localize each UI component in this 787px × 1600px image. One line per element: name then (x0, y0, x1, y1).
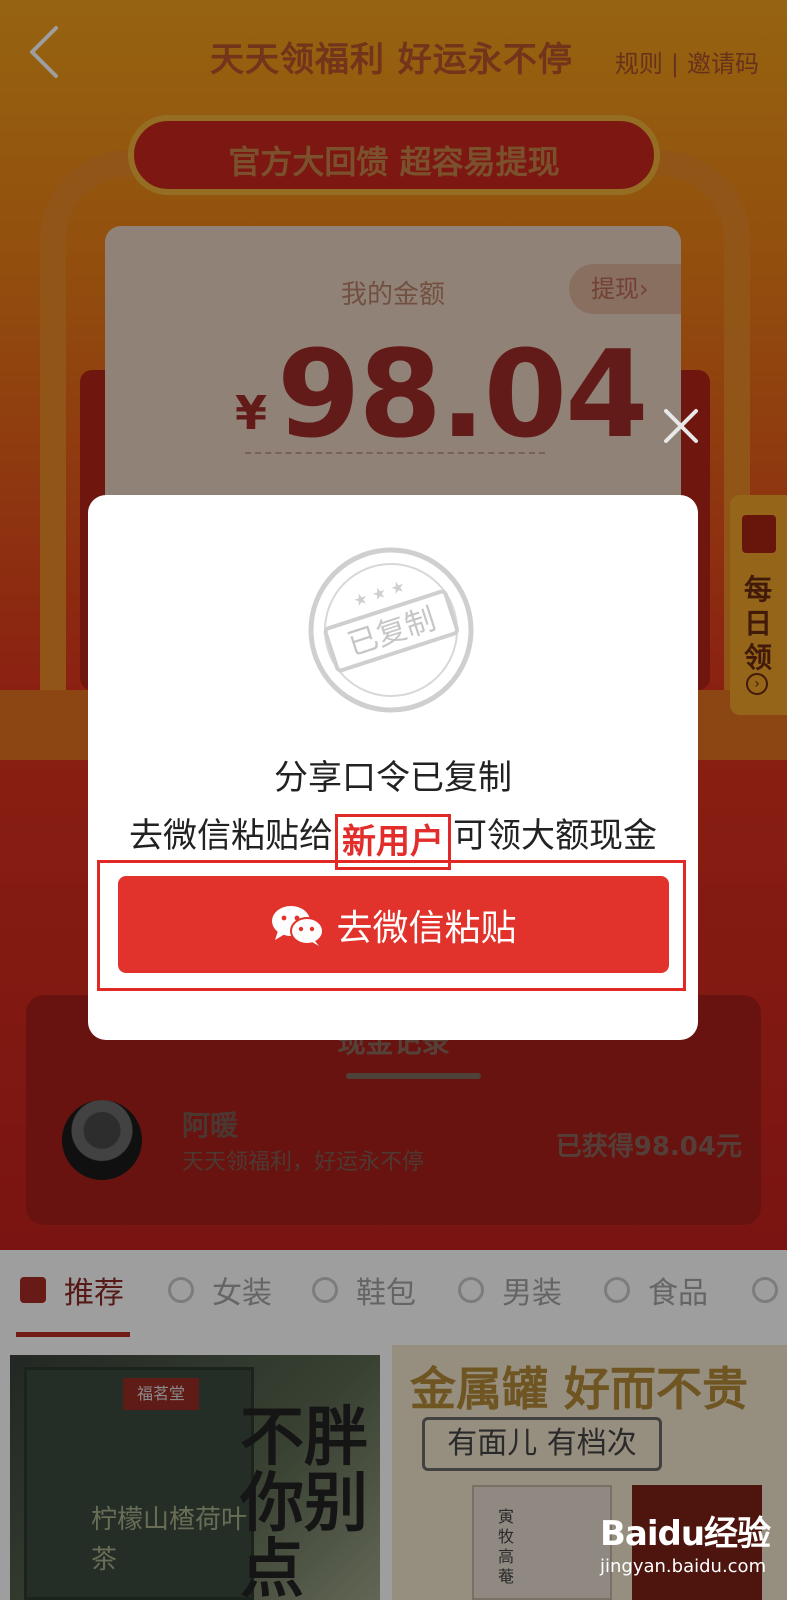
submessage-prefix: 去微信粘贴给 (129, 816, 333, 856)
baidu-jingyan-watermark: Baidu经验 jingyan.baidu.com (600, 1498, 780, 1598)
watermark-url: jingyan.baidu.com (600, 1556, 767, 1577)
submessage-suffix: 可领大额现金 (453, 816, 657, 856)
paste-button-label: 去微信粘贴 (336, 907, 517, 949)
watermark-logo: Baidu经验 (600, 1514, 771, 1554)
share-dialog: 已复制 ★ ★ ★ 分享口令已复制 去微信粘贴给 新用户 可领大额现金 去微信粘贴 (88, 495, 698, 1040)
copied-stamp-icon: 已复制 ★ ★ ★ (306, 545, 476, 715)
paste-to-wechat-button[interactable]: 去微信粘贴 (118, 876, 669, 973)
close-button[interactable] (658, 403, 704, 449)
close-icon (664, 409, 698, 443)
dialog-message: 分享口令已复制 (274, 758, 512, 798)
wechat-icon (270, 904, 325, 946)
